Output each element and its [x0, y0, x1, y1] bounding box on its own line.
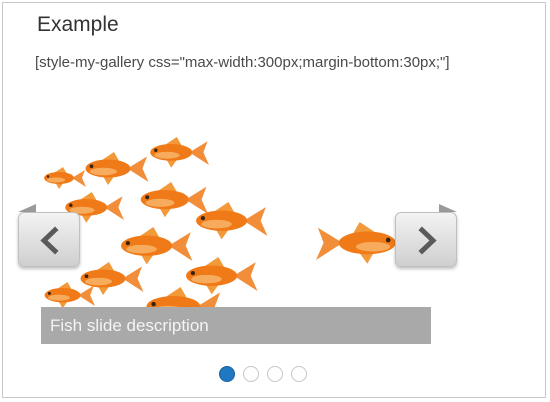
goldfish-11 — [44, 167, 86, 189]
page-title: Example — [37, 13, 119, 36]
slide-caption: Fish slide description — [41, 307, 431, 344]
goldfish-1 — [85, 152, 149, 185]
goldfish-2 — [150, 137, 209, 168]
slide-dot-1[interactable] — [219, 366, 235, 382]
next-slide-button[interactable] — [395, 212, 457, 267]
slide-dot-4[interactable] — [291, 366, 307, 382]
goldfish-3 — [140, 182, 208, 218]
goldfish-5 — [196, 202, 268, 240]
chevron-right-icon — [418, 226, 437, 255]
goldfish-6 — [121, 227, 193, 265]
goldfish-10 — [44, 282, 95, 309]
slide-dot-3[interactable] — [267, 366, 283, 382]
previous-slide-button[interactable] — [18, 212, 80, 267]
goldfish-7 — [186, 257, 258, 295]
shortcode-text: [style-my-gallery css="max-width:300px;m… — [35, 54, 450, 71]
slide-dot-2[interactable] — [243, 366, 259, 382]
prev-button-fold — [18, 204, 36, 212]
chevron-left-icon — [40, 226, 59, 255]
goldfish-12 — [316, 222, 396, 264]
next-button-fold — [439, 204, 457, 212]
